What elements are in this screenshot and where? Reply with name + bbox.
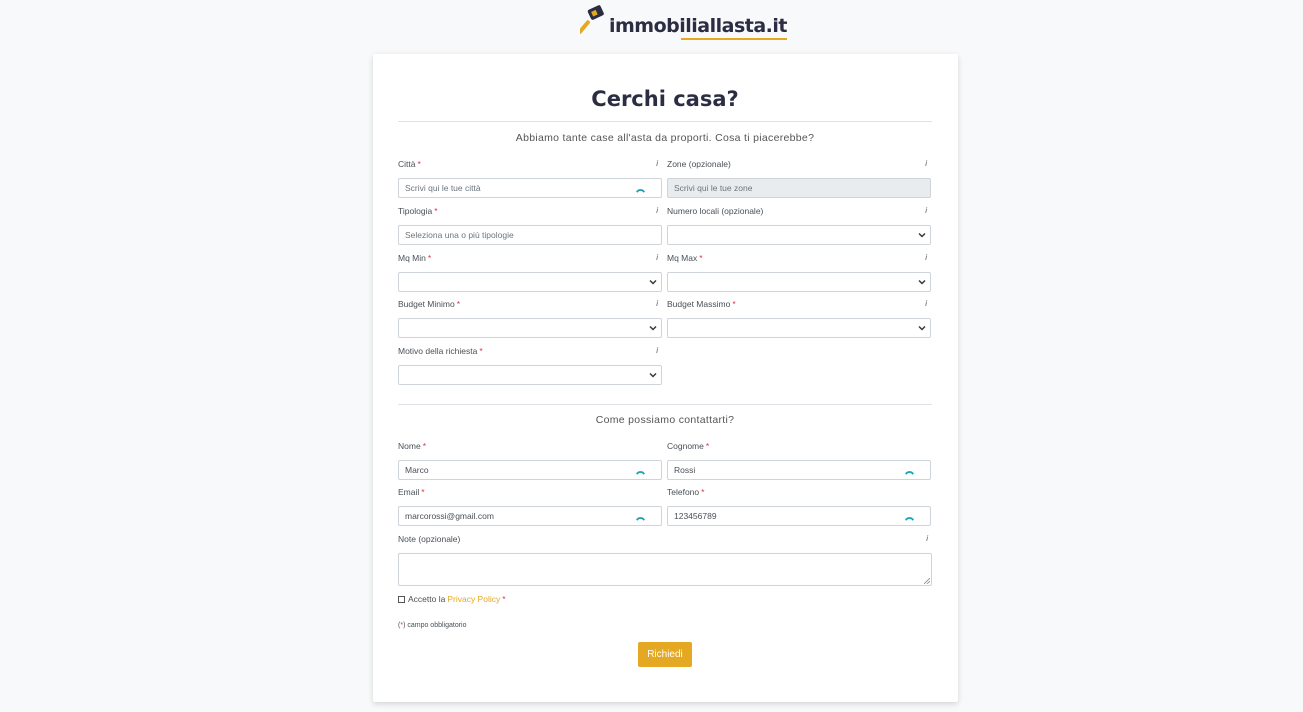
request-form-card: Cerchi casa? Abbiamo tante case all'asta… — [373, 54, 958, 702]
budget-max-select[interactable] — [667, 318, 931, 338]
info-icon[interactable]: i — [656, 158, 658, 170]
chevron-down-icon — [649, 279, 657, 285]
telefono-field: Telefono * 123456789 — [667, 486, 931, 526]
loading-spinner-icon — [636, 189, 645, 193]
motivo-select[interactable] — [398, 365, 662, 385]
privacy-policy-link[interactable]: Privacy Policy — [447, 594, 500, 604]
citta-input[interactable]: Scrivi qui le tue città — [398, 178, 662, 198]
email-input[interactable]: marcorossi@gmail.com — [398, 506, 662, 526]
privacy-checkbox[interactable] — [398, 595, 405, 603]
tipologia-label: Tipologia — [398, 206, 433, 216]
note-textarea[interactable] — [398, 553, 932, 586]
zone-field: Zone (opzionale) i Scrivi qui le tue zone — [667, 158, 931, 198]
cognome-label: Cognome — [667, 441, 704, 451]
mq-min-label: Mq Min — [398, 253, 426, 263]
gavel-house-icon — [577, 5, 608, 37]
privacy-text: Accetto la — [408, 594, 446, 604]
budget-max-field: Budget Massimo * i — [667, 298, 931, 338]
info-icon[interactable]: i — [656, 298, 658, 310]
zone-input[interactable]: Scrivi qui le tue zone — [667, 178, 931, 198]
info-icon[interactable]: i — [656, 252, 658, 264]
required-mark: * — [701, 487, 705, 497]
loading-spinner-icon — [636, 517, 645, 521]
email-label: Email — [398, 487, 420, 497]
required-fields-note: (*) campo obbligatorio — [398, 622, 467, 629]
budget-min-label: Budget Minimo — [398, 299, 455, 309]
chevron-down-icon — [918, 232, 926, 238]
required-mark: * — [417, 159, 421, 169]
nome-field: Nome * Marco — [398, 440, 662, 480]
chevron-down-icon — [918, 325, 926, 331]
note-field: Note (opzionale) i — [398, 533, 932, 586]
tipologia-placeholder: Seleziona una o più tipologie — [405, 230, 514, 240]
budget-min-field: Budget Minimo * i — [398, 298, 662, 338]
form-intro: Abbiamo tante case all'asta da proporti.… — [515, 132, 815, 144]
info-icon[interactable]: i — [925, 158, 927, 170]
contact-heading: Come possiamo contattarti? — [595, 414, 735, 426]
budget-max-label: Budget Massimo — [667, 299, 731, 309]
required-mark: * — [479, 346, 483, 356]
mq-max-label: Mq Max — [667, 253, 698, 263]
mq-max-field: Mq Max * i — [667, 252, 931, 292]
info-icon[interactable]: i — [925, 298, 927, 310]
budget-min-select[interactable] — [398, 318, 662, 338]
nome-value: Marco — [405, 465, 429, 475]
cognome-field: Cognome * Rossi — [667, 440, 931, 480]
motivo-field: Motivo della richiesta * i — [398, 345, 662, 385]
resize-grip-icon[interactable] — [924, 578, 930, 584]
note-label: Note (opzionale) — [398, 534, 461, 544]
required-mark: * — [427, 253, 432, 263]
required-mark: * — [705, 441, 710, 451]
nome-input[interactable]: Marco — [398, 460, 662, 480]
submit-button[interactable]: Richiedi — [638, 642, 692, 667]
citta-field: Città * i Scrivi qui le tue città — [398, 158, 662, 198]
chevron-down-icon — [918, 279, 926, 285]
citta-placeholder: Scrivi qui le tue città — [405, 183, 481, 193]
mq-min-field: Mq Min * i — [398, 252, 662, 292]
required-mark: * — [434, 206, 438, 216]
divider — [398, 121, 932, 122]
required-mark: * — [422, 441, 426, 451]
mq-min-select[interactable] — [398, 272, 662, 292]
citta-label: Città — [398, 159, 416, 169]
loading-spinner-icon — [905, 517, 914, 521]
tipologia-multiselect[interactable]: Seleziona una o più tipologie — [398, 225, 662, 245]
privacy-consent: Accetto la Privacy Policy * — [398, 594, 506, 604]
chevron-down-icon — [649, 325, 657, 331]
telefono-value: 123456789 — [674, 511, 717, 521]
note-text: ) campo obbligatorio — [403, 622, 467, 629]
required-mark: * — [732, 299, 736, 309]
nome-label: Nome — [398, 441, 421, 451]
cognome-value: Rossi — [674, 465, 696, 475]
info-icon[interactable]: i — [656, 345, 658, 357]
brand-logo[interactable]: immobiliallasta.it — [577, 3, 788, 40]
email-field: Email * marcorossi@gmail.com — [398, 486, 662, 526]
cognome-input[interactable]: Rossi — [667, 460, 931, 480]
telefono-input[interactable]: 123456789 — [667, 506, 931, 526]
mq-max-select[interactable] — [667, 272, 931, 292]
numero-locali-label: Numero locali (opzionale) — [667, 206, 764, 216]
telefono-label: Telefono — [667, 487, 700, 497]
info-icon[interactable]: i — [925, 205, 927, 217]
required-mark: * — [502, 594, 506, 604]
required-mark: * — [699, 253, 703, 263]
info-icon[interactable]: i — [656, 205, 658, 217]
required-mark: * — [456, 299, 461, 309]
email-value: marcorossi@gmail.com — [405, 511, 494, 521]
brand-name: immobiliallasta.it — [609, 15, 788, 40]
chevron-down-icon — [649, 372, 657, 378]
info-icon[interactable]: i — [925, 252, 927, 264]
numero-locali-field: Numero locali (opzionale) i — [667, 205, 931, 245]
tipologia-field: Tipologia * i Seleziona una o più tipologi… — [398, 205, 662, 245]
divider — [398, 404, 932, 405]
required-mark: * — [421, 487, 425, 497]
zone-label: Zone (opzionale) — [667, 159, 731, 169]
info-icon[interactable]: i — [926, 533, 928, 545]
numero-locali-select[interactable] — [667, 225, 931, 245]
page-title: Cerchi casa? — [591, 87, 739, 111]
motivo-label: Motivo della richiesta — [398, 346, 478, 356]
loading-spinner-icon — [636, 471, 645, 475]
loading-spinner-icon — [905, 471, 914, 475]
zone-placeholder: Scrivi qui le tue zone — [674, 183, 753, 193]
